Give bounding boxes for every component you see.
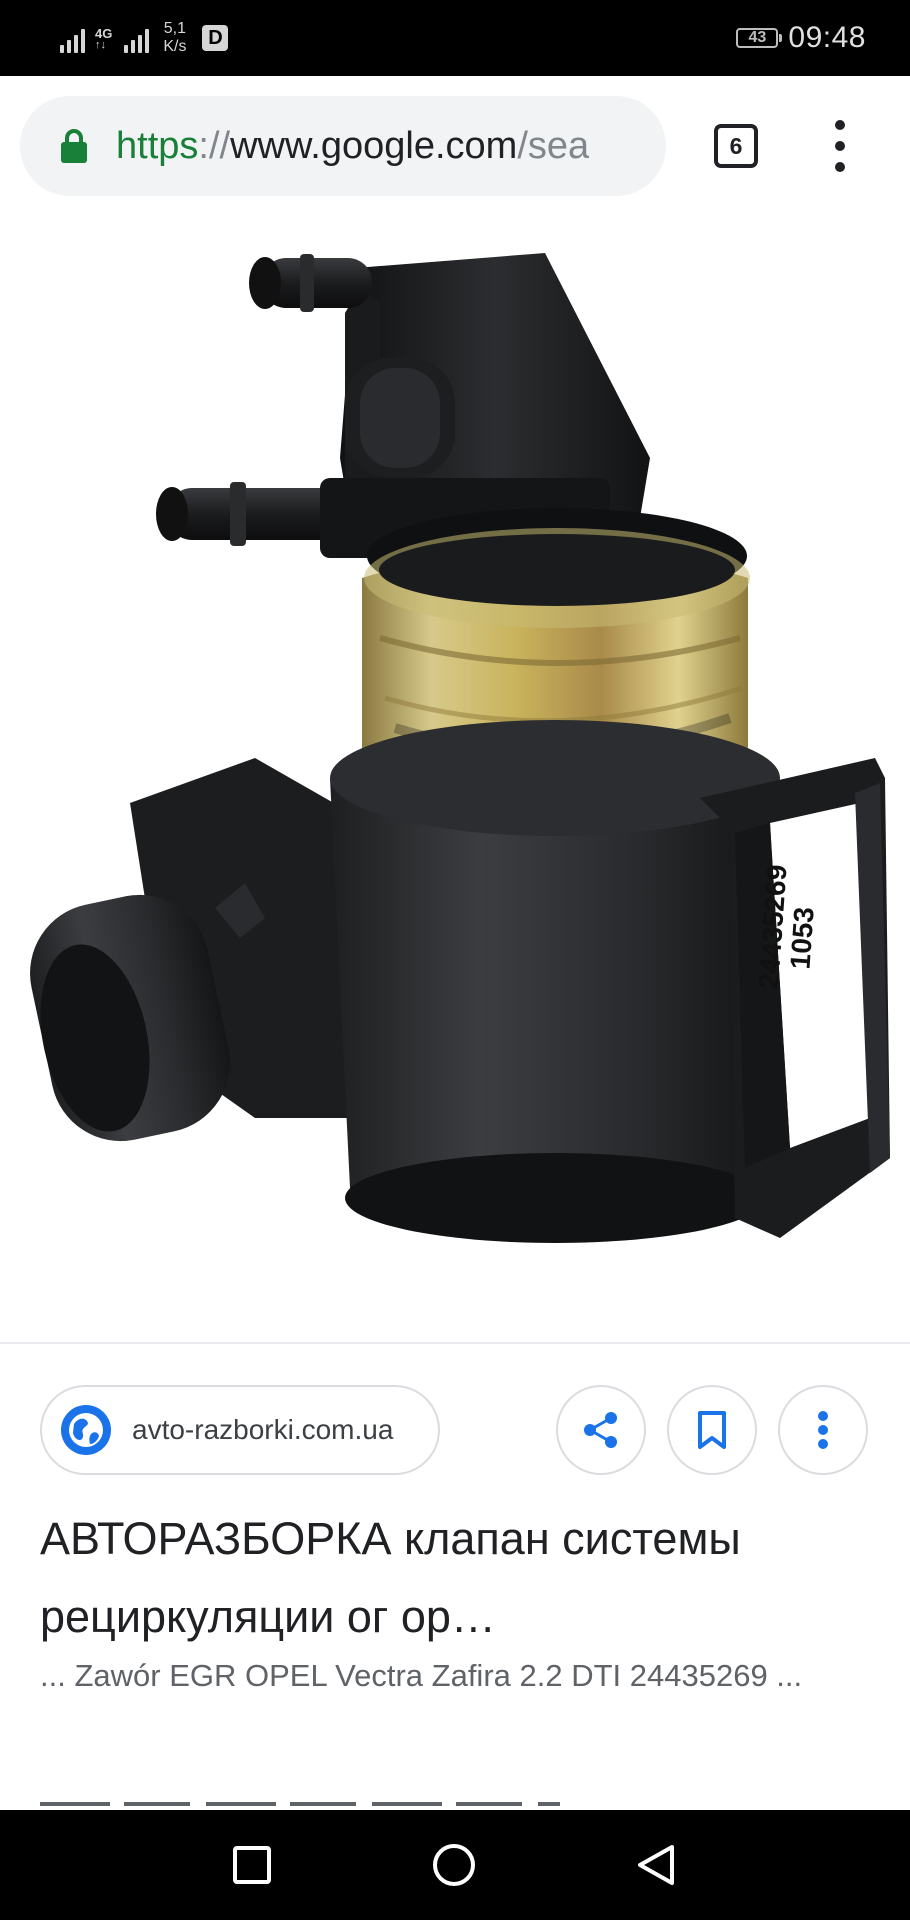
battery-level: 43 [748, 29, 767, 46]
recents-button[interactable] [222, 1835, 282, 1895]
source-link-chip[interactable]: avto-razborki.com.ua [40, 1385, 440, 1475]
part-number-label: 24435269 1053 [753, 828, 825, 992]
save-button[interactable] [667, 1385, 757, 1475]
bookmark-icon [698, 1411, 726, 1449]
data-saver-badge: D [202, 25, 229, 51]
url-path: /sea [517, 124, 590, 167]
status-bar: 4G ↑↓ 5,1 K/s D 43 09:48 [0, 0, 910, 76]
more-vert-icon [818, 1411, 828, 1449]
network-speed: 5,1 K/s [163, 20, 186, 56]
url-separator: :// [198, 124, 231, 167]
image-divider [0, 1342, 910, 1344]
back-button[interactable] [626, 1835, 686, 1895]
signal-strength-icon [60, 23, 85, 53]
network-speed-unit: K/s [163, 38, 187, 55]
lock-icon[interactable] [60, 128, 88, 164]
url-scheme: https [116, 124, 199, 167]
status-left: 4G ↑↓ 5,1 K/s D [60, 14, 229, 62]
url-host: www.google.com [230, 124, 518, 167]
home-button[interactable] [424, 1835, 484, 1895]
battery-icon: 43 [736, 28, 783, 48]
result-snippet: ... Zawór EGR OPEL Vectra Zafira 2.2 DTI… [40, 1658, 803, 1693]
more-options-button[interactable] [778, 1385, 868, 1475]
status-clock: 09:48 [788, 21, 866, 54]
tab-count: 6 [729, 132, 743, 159]
product-image[interactable]: 24435269 1053 [0, 218, 910, 1342]
network-type-label: 4G [95, 25, 113, 41]
address-bar[interactable]: https://www.google.com/sea [20, 96, 666, 196]
globe-icon [61, 1405, 111, 1455]
truncated-text-line [40, 1786, 560, 1810]
navigation-bar [0, 1810, 910, 1920]
signal-strength-2-icon [124, 23, 150, 53]
browser-menu-button[interactable] [822, 120, 858, 172]
share-icon [584, 1412, 617, 1448]
source-domain: avto-razborki.com.ua [132, 1414, 394, 1445]
square-icon [233, 1846, 271, 1884]
url-text[interactable]: https://www.google.com/sea [116, 125, 589, 168]
browser-toolbar: https://www.google.com/sea 6 [0, 76, 910, 218]
egr-valve-illustration [0, 253, 910, 1342]
network-speed-value: 5,1 [163, 20, 187, 37]
status-right: 43 09:48 [736, 18, 866, 58]
network-type-1: 4G ↑↓ [95, 25, 113, 51]
more-vert-icon [835, 120, 845, 130]
circle-icon [433, 1844, 475, 1886]
triangle-back-icon [638, 1845, 674, 1885]
share-button[interactable] [556, 1385, 646, 1475]
result-title[interactable]: АВТОРАЗБОРКА клапан системы рециркуляции… [40, 1500, 880, 1656]
tab-switcher-button[interactable]: 6 [714, 124, 758, 168]
